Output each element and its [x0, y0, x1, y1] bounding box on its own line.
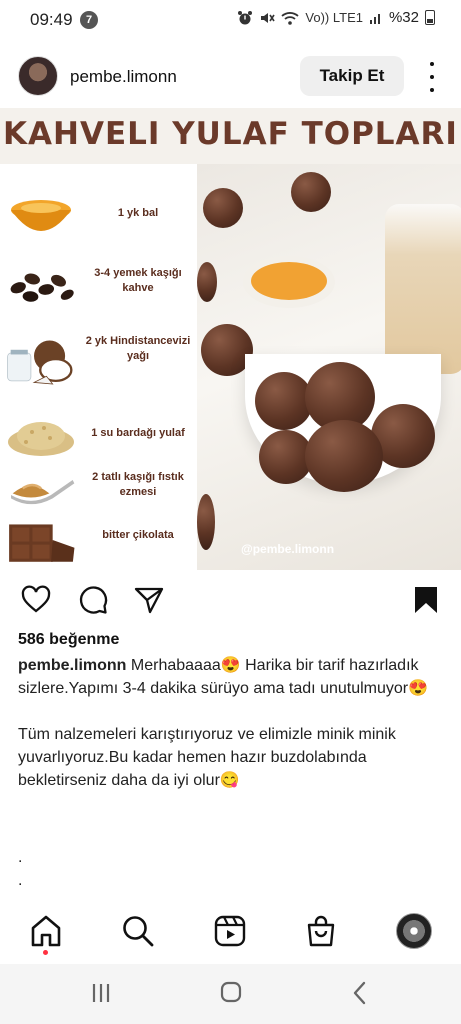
caption-username[interactable]: pembe.limonn	[18, 657, 126, 674]
comment-icon[interactable]	[77, 584, 109, 616]
battery-icon	[425, 10, 435, 25]
notification-count-badge: 7	[80, 11, 98, 29]
send-icon[interactable]	[133, 584, 165, 616]
post-header: pembe.limonn Takip Et	[0, 48, 461, 108]
caption-text-2: Tüm nalzemeleri karıştırıyoruz ve elimiz…	[18, 726, 396, 789]
honey-bowl-icon	[11, 200, 71, 231]
coffee-beans-icon	[10, 273, 74, 302]
energy-ball	[291, 172, 331, 212]
peanut-butter-jar	[385, 204, 461, 374]
chocolate-bar-icon	[9, 524, 75, 562]
image-watermark: @pembe.limonn	[241, 542, 335, 556]
home-button-icon[interactable]	[216, 980, 246, 1006]
bookmark-icon[interactable]	[410, 584, 442, 616]
caption-dot: .	[18, 849, 23, 866]
post-caption: pembe.limonn Merhabaaaa😍 Harika bir tari…	[18, 654, 448, 792]
energy-ball	[305, 420, 383, 492]
bottom-navigation	[0, 900, 461, 964]
follow-button[interactable]: Takip Et	[300, 56, 404, 96]
recipe-title: KAHVELI YULAF TOPLARI	[3, 116, 458, 152]
ingredient-label: 3-4 yemek kaşığı kahve	[94, 267, 182, 294]
coconut-icon	[7, 340, 73, 385]
profile-avatar[interactable]	[396, 913, 432, 949]
energy-balls-photo: @pembe.limonn	[197, 164, 461, 570]
signal-icon	[369, 13, 380, 24]
caption-paragraph: pembe.limonn Merhabaaaa😍 Harika bir tari…	[18, 654, 448, 700]
home-notification-dot	[43, 950, 48, 955]
recent-apps-icon[interactable]	[86, 980, 116, 1006]
energy-ball	[203, 188, 243, 228]
status-bar: 09:49 7 Vo)) LTE1 %32	[0, 0, 461, 40]
ingredient-item: bitter çikolata	[0, 510, 197, 570]
ingredient-list: 1 yk bal 3-4 yemek kaşığı kahve 2 yk Hin…	[0, 164, 197, 570]
honey	[251, 262, 327, 300]
search-icon[interactable]	[121, 914, 155, 948]
like-count[interactable]: 586 beğenme	[18, 631, 119, 649]
caption-dots: . .	[18, 846, 22, 892]
status-icons: Vo)) LTE1 %32	[237, 9, 435, 26]
mute-icon	[261, 12, 276, 23]
ingredient-item: 1 yk bal	[0, 186, 197, 246]
ingredient-label: 2 yk Hindistancevizi yağı	[85, 335, 191, 362]
energy-ball	[197, 494, 215, 550]
ingredient-item: 2 yk Hindistancevizi yağı	[0, 328, 197, 400]
network-label: Vo)) LTE1	[305, 10, 363, 25]
ingredient-label: 2 tatlı kaşığı fıstık ezmesi	[92, 471, 184, 498]
ingredient-item: 1 su bardağı yulaf	[0, 408, 197, 468]
status-time: 09:49	[30, 10, 73, 29]
shop-icon[interactable]	[304, 914, 338, 948]
wifi-icon	[281, 11, 300, 25]
ingredient-label: bitter çikolata	[102, 529, 174, 541]
reels-icon[interactable]	[213, 914, 247, 948]
heart-icon[interactable]	[20, 584, 52, 616]
post-actions	[0, 580, 461, 620]
user-avatar[interactable]	[18, 56, 58, 96]
back-icon[interactable]	[345, 980, 375, 1006]
home-icon[interactable]	[29, 914, 63, 948]
caption-dot: .	[18, 872, 23, 889]
post-image[interactable]: KAHVELI YULAF TOPLARI 1 yk bal 3-4 yemek…	[0, 108, 461, 570]
ingredient-item: 3-4 yemek kaşığı kahve	[0, 254, 197, 320]
energy-ball	[197, 262, 217, 302]
ingredient-label: 1 yk bal	[117, 207, 159, 219]
alarm-icon	[238, 10, 253, 24]
peanut-butter-spoon-icon	[11, 480, 75, 505]
battery-percent: %32	[388, 9, 419, 26]
system-navigation	[0, 964, 461, 1024]
post-username[interactable]: pembe.limonn	[70, 67, 177, 87]
ingredient-label: 1 su bardağı yulaf	[91, 427, 185, 439]
oats-icon	[8, 422, 74, 456]
more-options-icon[interactable]	[422, 62, 442, 92]
